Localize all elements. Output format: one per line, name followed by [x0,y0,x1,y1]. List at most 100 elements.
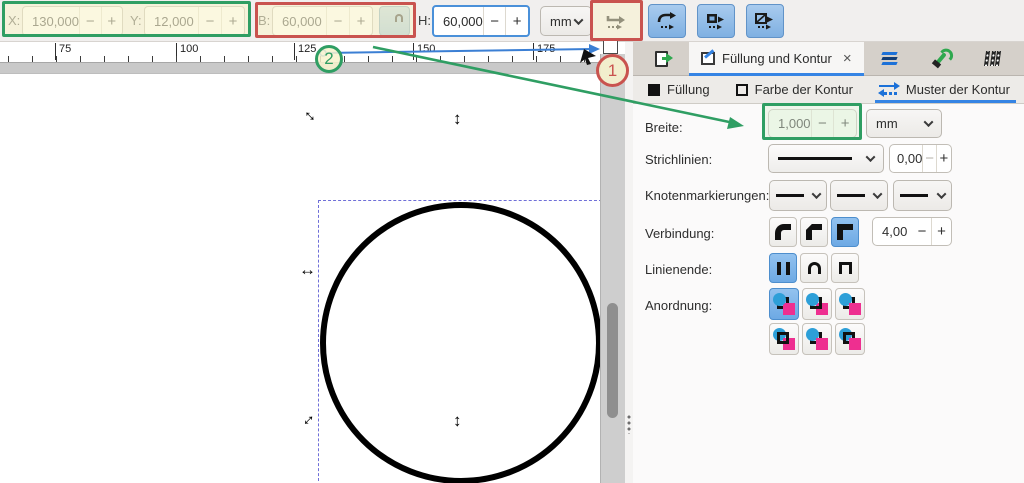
width-input[interactable]: 60,000 − + [272,6,373,36]
stroke-width-value[interactable]: 1,000 [769,110,811,137]
stroke-width-unit: mm [876,116,898,131]
vertical-scrollbar-thumb[interactable] [607,303,618,418]
move-gradients-toggle[interactable] [697,4,735,38]
y-minus-button[interactable]: − [198,7,221,35]
bevel-join-icon [806,224,822,240]
order-button-4[interactable] [769,323,799,355]
stroke-style-panel: Breite: 1,000 − + mm Strichlinien: 0,00 … [633,104,1024,483]
ruler-corner-box[interactable] [603,40,618,54]
butt-cap-icon [777,262,790,275]
height-input[interactable]: 60,000 − + [432,5,530,37]
panel-resize-grip[interactable] [627,414,631,434]
order-variant-icon [806,328,829,351]
dash-offset-plus-button[interactable]: + [936,145,951,172]
objects-icon [984,51,1001,66]
dash-offset-input[interactable]: 0,00 − + [889,144,952,173]
start-marker-dropdown[interactable] [769,180,827,211]
close-icon[interactable]: × [843,50,852,67]
miter-minus-button[interactable]: − [913,218,931,245]
order-button-6[interactable] [835,323,865,355]
vertical-scrollbar[interactable] [600,54,625,483]
y-value[interactable]: 12,000 [145,7,198,35]
resize-handle-left[interactable]: ↔ [299,261,316,278]
order-button-2[interactable] [802,288,832,320]
ruler-tick-150: 150 [413,43,435,60]
x-label: X: [8,13,20,28]
resize-handle-top[interactable]: ↕ [453,110,462,127]
canvas[interactable]: ↕ ↕ ↔ ↕ ↕ [0,74,600,483]
width-minus-button[interactable]: − [326,7,349,35]
x-value[interactable]: 130,000 [23,7,79,35]
height-minus-button[interactable]: − [483,7,506,35]
move-patterns-toggle[interactable] [746,4,784,38]
cap-butt-button[interactable] [769,253,797,283]
dash-pattern-dropdown[interactable] [768,144,884,173]
y-input[interactable]: 12,000 − + [144,6,245,36]
join-round-button[interactable] [769,217,797,247]
fill-stroke-dialog: Füllung und Kontur × Füllung [633,42,1024,483]
scale-corners-toggle[interactable] [648,4,686,38]
join-bevel-button[interactable] [800,217,828,247]
circle-shape[interactable] [320,202,602,483]
tab-export[interactable] [633,42,689,75]
width-value[interactable]: 60,000 [273,7,326,35]
marker-none-icon [900,194,928,197]
dash-offset-minus-button[interactable]: − [922,145,936,172]
subtab-fill[interactable]: Füllung [648,76,710,103]
layers-icon [882,51,897,66]
x-plus-button[interactable]: + [101,7,123,35]
subtab-stroke-paint-label: Farbe der Kontur [755,82,853,97]
stroke-width-minus-button[interactable]: − [811,110,834,137]
end-marker-dropdown[interactable] [893,180,952,211]
miter-limit-value[interactable]: 4,00 [873,218,913,245]
lock-ratio-button[interactable] [379,6,410,36]
y-plus-button[interactable]: + [221,7,244,35]
scale-stroke-toggle[interactable] [597,4,635,38]
tab-fill-and-stroke[interactable]: Füllung und Kontur × [689,42,864,75]
width-plus-button[interactable]: + [349,7,372,35]
horizontal-ruler[interactable]: 75 100 125 150 175 [0,42,600,62]
square-cap-icon [839,262,852,274]
resize-handle-top-left[interactable]: ↕ [300,106,318,124]
join-label: Verbindung: [645,226,714,241]
fill-swatch-icon [648,84,660,96]
stroke-width-unit-dropdown[interactable]: mm [866,109,942,138]
unit-dropdown[interactable]: mm [540,6,592,36]
inkscape-window: X: 130,000 − + Y: 12,000 − + B: 60,000 −… [0,0,1024,483]
x-input[interactable]: 130,000 − + [22,6,123,36]
mid-marker-dropdown[interactable] [830,180,888,211]
stroke-width-plus-button[interactable]: + [833,110,856,137]
order-button-3[interactable] [835,288,865,320]
order-variant-icon [806,293,829,316]
height-plus-button[interactable]: + [505,7,528,35]
dashes-label: Strichlinien: [645,152,712,167]
miter-plus-button[interactable]: + [931,218,951,245]
tab-layers[interactable] [864,42,916,75]
join-miter-button[interactable] [831,217,859,247]
fill-stroke-icon [701,52,715,65]
tab-extensions[interactable] [916,42,966,75]
x-minus-button[interactable]: − [79,7,101,35]
cap-round-button[interactable] [800,253,828,283]
cap-label: Linienende: [645,262,712,277]
resize-handle-bottom[interactable]: ↕ [453,412,462,429]
tab-objects[interactable] [966,42,1020,75]
unit-value: mm [550,14,572,29]
stroke-width-input[interactable]: 1,000 − + [768,109,857,138]
cap-square-button[interactable] [831,253,859,283]
resize-handle-bottom-left[interactable]: ↕ [300,410,318,428]
ruler-tick-100: 100 [176,43,198,60]
dash-offset-value[interactable]: 0,00 [890,145,922,172]
export-document-icon [655,51,668,67]
y-label: Y: [130,13,142,28]
order-markers-top-icon [773,293,796,316]
scale-stroke-icon [605,11,627,31]
miter-limit-input[interactable]: 4,00 − + [872,217,952,246]
order-button-1[interactable] [769,288,799,320]
height-value[interactable]: 60,000 [434,7,483,35]
subtab-stroke-paint[interactable]: Farbe der Kontur [736,76,853,103]
order-button-5[interactable] [802,323,832,355]
chevron-down-icon [937,189,947,199]
subtab-stroke-style[interactable]: Muster der Kontur [879,76,1010,103]
scale-corners-icon [656,11,678,31]
